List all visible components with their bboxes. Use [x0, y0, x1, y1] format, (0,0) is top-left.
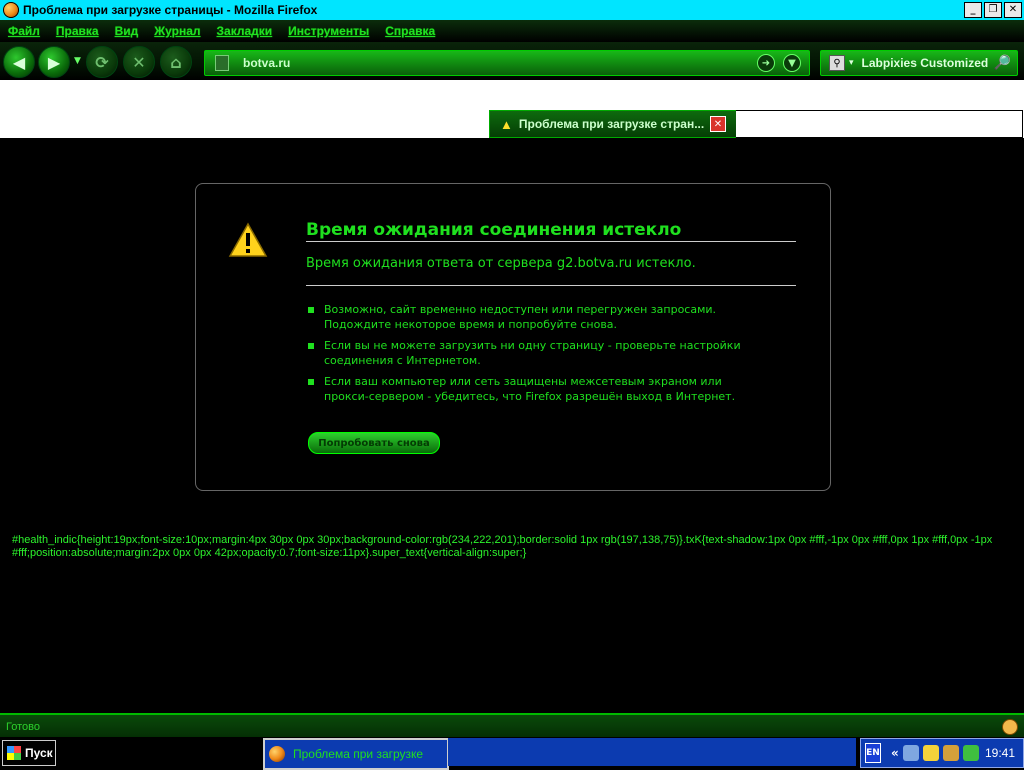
search-engine-icon[interactable]: ⚲	[829, 55, 845, 71]
raw-css-text: #health_indic{height:19px;font-size:10px…	[12, 534, 993, 559]
error-description: Время ожидания ответа от сервера g2.botv…	[306, 256, 796, 286]
home-button[interactable]: ⌂	[160, 46, 192, 78]
menu-tools[interactable]: Инструменты	[288, 24, 369, 38]
tab-strip-empty	[736, 110, 1023, 138]
start-label: Пуск	[25, 746, 53, 760]
tab-active[interactable]: ▲ Проблема при загрузке стран... ✕	[489, 110, 737, 138]
error-panel: Время ожидания соединения истекло Время …	[195, 183, 831, 491]
taskbar-firefox-item[interactable]: Проблема при загрузке	[263, 738, 449, 770]
list-item: Если вы не можете загрузить ни одну стра…	[306, 338, 746, 368]
search-icon[interactable]: 🔎	[994, 55, 1011, 71]
search-bar[interactable]: ⚲ ▾ Labpixies Customized 🔎	[820, 50, 1018, 76]
forward-button[interactable]: ▶	[38, 46, 70, 78]
security-icon[interactable]	[922, 745, 939, 761]
menu-history[interactable]: Журнал	[154, 24, 200, 38]
taskbar-empty	[448, 738, 856, 766]
history-dropdown-icon[interactable]: ▼	[74, 56, 81, 66]
go-arrow-icon[interactable]: ➜	[757, 54, 775, 72]
list-item-text: Если вы не можете загрузить ни одну стра…	[324, 339, 741, 367]
bullet-icon	[308, 379, 314, 385]
bullet-icon	[308, 343, 314, 349]
search-engine-label[interactable]: Labpixies Customized	[862, 56, 994, 70]
menu-file[interactable]: Файл	[8, 24, 40, 38]
clover-icon[interactable]	[962, 745, 979, 761]
menu-bookmarks[interactable]: Закладки	[217, 24, 273, 38]
window-controls: _ ❐ ✕	[964, 2, 1022, 18]
list-item: Если ваш компьютер или сеть защищены меж…	[306, 374, 746, 404]
back-arrow-icon: ◀	[12, 52, 26, 72]
stop-button[interactable]: ✕	[123, 46, 155, 78]
smiley-icon[interactable]	[1002, 719, 1018, 735]
home-icon: ⌂	[170, 52, 182, 72]
window-title: Проблема при загрузке страницы - Mozilla…	[23, 3, 318, 17]
reload-button[interactable]: ⟳	[86, 46, 118, 78]
menu-bar: Файл Правка Вид Журнал Закладки Инструме…	[0, 20, 1024, 42]
url-dropdown-icon[interactable]: ▼	[783, 54, 801, 72]
status-text: Готово	[6, 721, 40, 733]
tray-expand-icon[interactable]: «	[891, 746, 899, 760]
bullet-icon	[308, 307, 314, 313]
page-content: Время ожидания соединения истекло Время …	[0, 138, 1024, 713]
error-suggestions: Возможно, сайт временно недоступен или п…	[306, 302, 746, 410]
firefox-icon	[269, 746, 285, 762]
address-bar[interactable]: botva.ru ➜ ▼	[204, 50, 810, 76]
list-item: Возможно, сайт временно недоступен или п…	[306, 302, 746, 332]
url-text[interactable]: botva.ru	[243, 56, 757, 70]
warning-icon	[228, 222, 268, 257]
minimize-icon[interactable]: _	[964, 2, 982, 18]
menu-view[interactable]: Вид	[115, 24, 139, 38]
restore-icon[interactable]: ❐	[984, 2, 1002, 18]
list-item-text: Если ваш компьютер или сеть защищены меж…	[324, 375, 736, 403]
clock: 19:41	[984, 746, 1015, 760]
list-item-text: Возможно, сайт временно недоступен или п…	[324, 303, 717, 331]
network-icon[interactable]	[902, 745, 919, 761]
taskbar: Пуск Проблема при загрузке EN « 19:41	[0, 737, 1024, 770]
chevron-down-icon[interactable]: ▾	[849, 58, 854, 68]
start-button[interactable]: Пуск	[2, 740, 56, 766]
window-title-bar: Проблема при загрузке страницы - Mozilla…	[0, 0, 1024, 20]
menu-help[interactable]: Справка	[385, 24, 435, 38]
app-tray-icon[interactable]	[942, 745, 959, 761]
firefox-icon	[3, 2, 19, 18]
back-button[interactable]: ◀	[3, 46, 35, 78]
reload-icon: ⟳	[95, 52, 109, 72]
close-icon[interactable]: ✕	[1004, 2, 1022, 18]
language-indicator[interactable]: EN	[865, 743, 881, 763]
stop-icon: ✕	[132, 52, 146, 72]
task-label: Проблема при загрузке	[293, 747, 424, 761]
windows-logo-icon	[7, 746, 21, 760]
tab-label: Проблема при загрузке стран...	[518, 117, 705, 131]
forward-arrow-icon: ▶	[47, 52, 61, 72]
warning-icon: ▲	[500, 116, 513, 132]
close-tab-button[interactable]: ✕	[710, 116, 726, 132]
system-tray: EN « 19:41	[860, 738, 1024, 768]
error-title: Время ожидания соединения истекло	[306, 220, 796, 242]
page-icon	[215, 55, 229, 71]
status-bar: Готово	[0, 713, 1024, 739]
menu-edit[interactable]: Правка	[56, 24, 99, 38]
retry-button[interactable]: Попробовать снова	[308, 432, 440, 454]
